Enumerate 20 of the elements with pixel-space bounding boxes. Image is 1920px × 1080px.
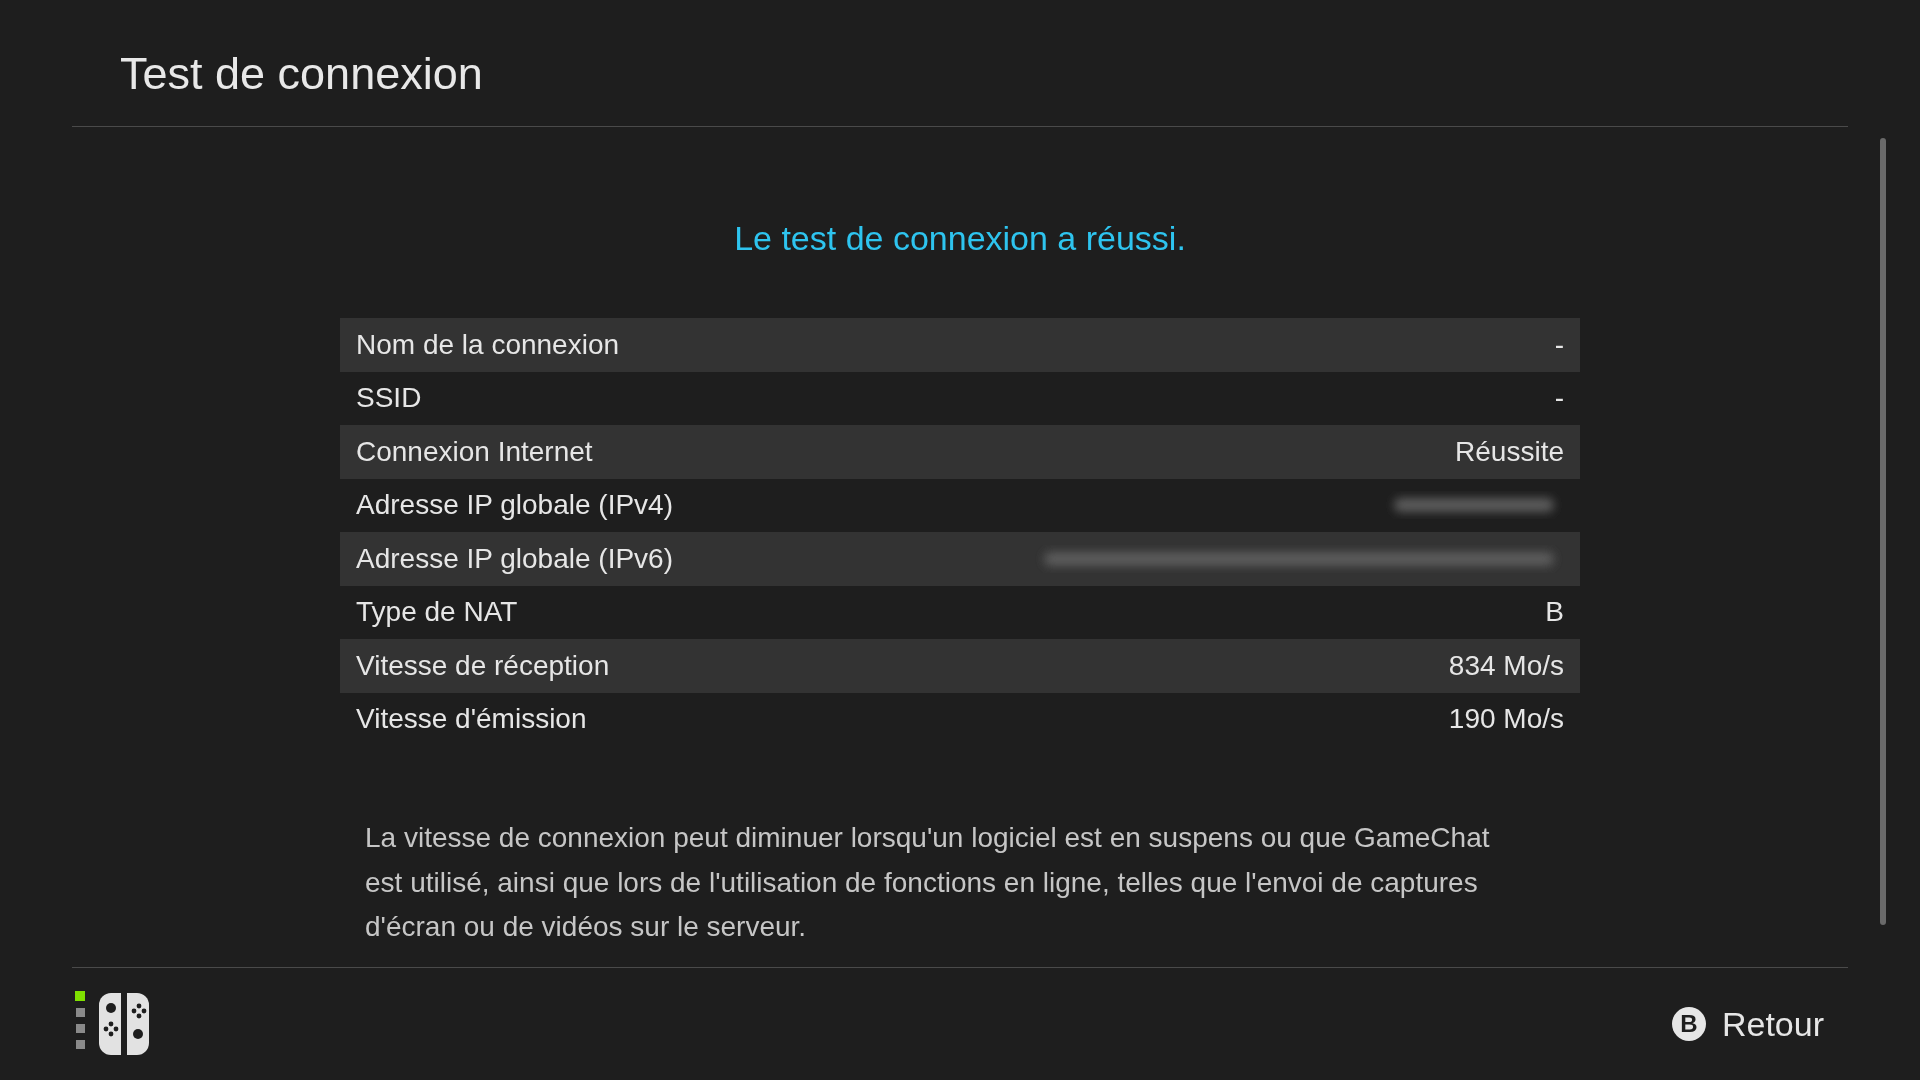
row-value: B xyxy=(1545,596,1564,629)
b-key[interactable]: B xyxy=(1671,1007,1706,1041)
row-label: Adresse IP globale (IPv6) xyxy=(356,542,673,575)
info-note: La vitesse de connexion peut diminuer lorsqu'un logiciel est en suspens ou que GameChat est utilisé, ainsi que lors de l'utilisation de fonctions en ligne, telles que l'envoi de captures d'écran ou de vidéos sur le serveur. xyxy=(365,821,1491,944)
row-label: Adresse IP globale (IPv4) xyxy=(356,489,673,522)
row-label: SSID xyxy=(356,382,422,415)
row-value: Réussite xyxy=(1455,435,1564,468)
row-label: Vitesse de réception xyxy=(356,649,610,682)
row-value: 190 Mo/s xyxy=(1448,703,1564,736)
row-label: Nom de la connexion xyxy=(356,328,620,361)
row-label: Vitesse d'émission xyxy=(356,703,587,736)
row-label: Type de NAT xyxy=(356,596,518,629)
row-value: - xyxy=(1554,328,1564,361)
scrollbar[interactable] xyxy=(1880,138,1886,925)
page-title: Test de connexion xyxy=(120,48,483,100)
back-label[interactable]: Retour xyxy=(1721,1004,1824,1044)
row-value: - xyxy=(1554,382,1564,415)
row-label: Connexion Internet xyxy=(356,435,593,468)
row-value: 834 Mo/s xyxy=(1448,649,1564,682)
success-message: Le test de connexion a réussi. xyxy=(734,219,1186,258)
